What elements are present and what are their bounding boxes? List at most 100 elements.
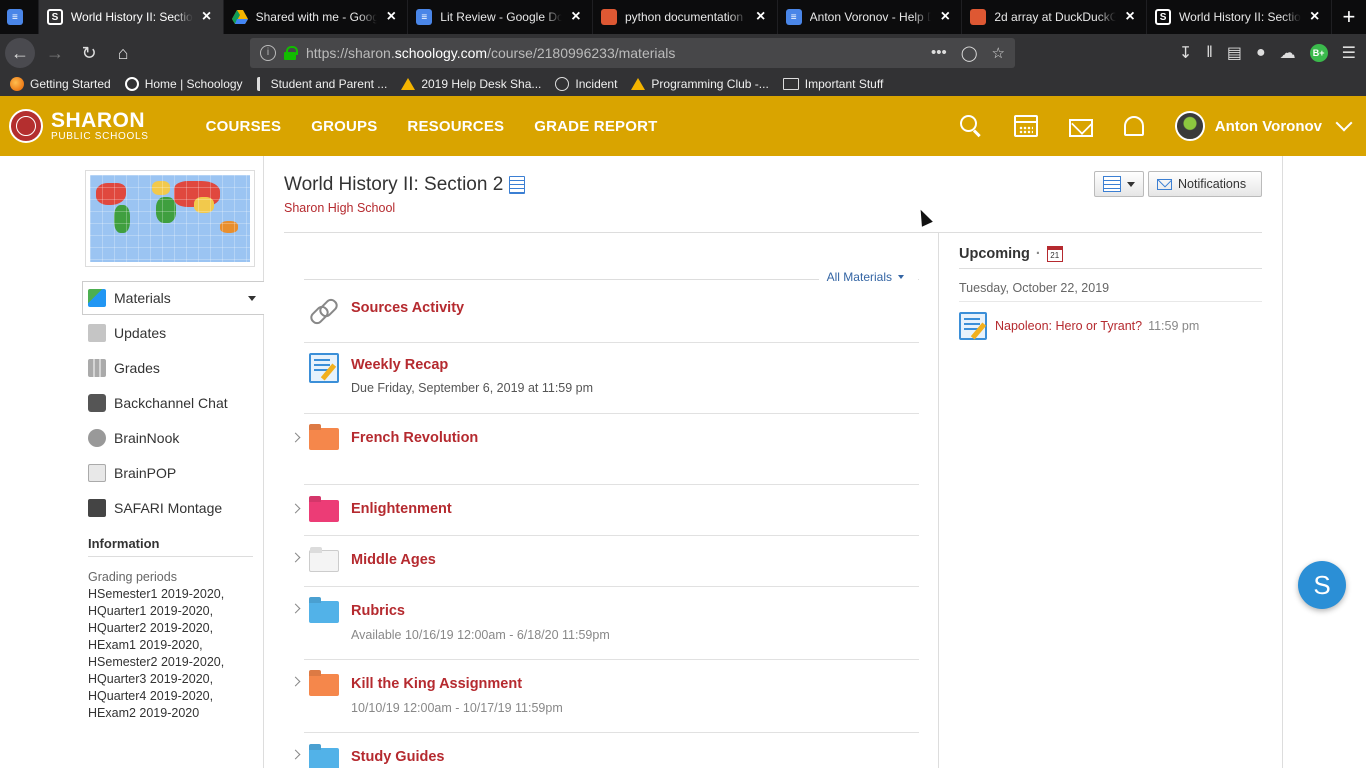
avatar[interactable] — [1174, 111, 1205, 141]
material-item: Weekly Recap Due Friday, September 6, 20… — [304, 343, 919, 414]
browser-tab[interactable]: 2d array at DuckDuckG × — [962, 0, 1148, 34]
bell-icon[interactable] — [1123, 116, 1144, 136]
close-tab-icon[interactable]: × — [568, 9, 584, 25]
browser-tab[interactable]: python documentation × — [593, 0, 778, 34]
page-actions-icon[interactable]: ••• — [931, 44, 947, 62]
folder-title-link[interactable]: French Revolution — [351, 430, 478, 446]
materials-filter-dropdown[interactable]: All Materials — [818, 270, 918, 284]
browser-tab[interactable]: ≡ Lit Review - Google Doc × — [408, 0, 593, 34]
course-document-icon[interactable] — [509, 176, 526, 194]
school-name-link[interactable]: Sharon High School — [284, 201, 395, 215]
download-icon[interactable]: ↧ — [1179, 43, 1192, 63]
folder-title-link[interactable]: Enlightenment — [351, 501, 452, 517]
sidebar-item-materials[interactable]: Materials — [82, 281, 264, 315]
close-tab-icon[interactable]: × — [199, 9, 215, 25]
close-tab-icon[interactable]: × — [383, 9, 399, 25]
bookmark-item[interactable]: Student and Parent ... — [256, 77, 387, 91]
chevron-right-icon[interactable] — [290, 503, 301, 514]
grading-period: HQuarter1 2019-2020, — [88, 604, 214, 618]
folder-title-link[interactable]: Middle Ages — [351, 552, 436, 568]
folder-title-link[interactable]: Kill the King Assignment — [351, 676, 522, 692]
google-docs-icon: ≡ — [6, 9, 23, 25]
upcoming-assignment-link[interactable]: Napoleon: Hero or Tyrant? — [995, 319, 1142, 333]
materials-icon — [88, 289, 106, 307]
browser-tab[interactable]: S World History II: Section × — [1147, 0, 1332, 34]
sidebar-item-grades[interactable]: Grades — [82, 351, 264, 385]
chevron-down-icon[interactable] — [1335, 114, 1353, 132]
bookmark-star-icon[interactable]: ☆ — [992, 44, 1005, 62]
schoology-icon — [124, 77, 139, 91]
close-tab-icon[interactable]: × — [1307, 9, 1323, 25]
home-icon[interactable]: ⌂ — [109, 39, 137, 67]
bookmark-item[interactable]: Home | Schoology — [124, 77, 243, 91]
p-icon — [256, 77, 265, 91]
forward-arrow-icon[interactable]: → — [41, 39, 69, 67]
school-logo[interactable]: SHARON PUBLIC SCHOOLS — [9, 109, 149, 143]
close-tab-icon[interactable]: × — [937, 9, 953, 25]
sidebar-item-safari-montage[interactable]: SAFARI Montage — [82, 491, 264, 525]
library-icon[interactable]: ‖ — [1206, 44, 1213, 62]
extension-badge[interactable]: B+ — [1309, 44, 1328, 62]
chevron-right-icon[interactable] — [290, 603, 301, 614]
url-bar[interactable]: i https://sharon. schoology.com/course/21… — [250, 38, 1015, 68]
sidebar-item-brainnook[interactable]: BrainNook — [82, 421, 264, 455]
sidebar-item-brainpop[interactable]: BrainPOP — [82, 456, 264, 490]
help-chat-button[interactable]: S — [1298, 561, 1346, 609]
notifications-button[interactable]: Notifications — [1148, 171, 1262, 197]
back-arrow-icon[interactable]: ← — [5, 38, 35, 68]
upcoming-title: Upcoming · 21 — [959, 246, 1262, 269]
logo-line1: SHARON — [51, 109, 146, 132]
grading-period: HQuarter2 2019-2020, — [88, 621, 214, 635]
user-name[interactable]: Anton Voronov — [1215, 118, 1322, 135]
google-docs-icon: ≡ — [785, 9, 802, 25]
bookmark-item[interactable]: Incident — [555, 77, 617, 91]
chevron-right-icon[interactable] — [290, 749, 301, 760]
nav-resources[interactable]: RESOURCES — [407, 118, 504, 135]
chevron-right-icon[interactable] — [290, 432, 301, 443]
course-options-button[interactable] — [1094, 171, 1144, 197]
nav-grade-report[interactable]: GRADE REPORT — [534, 118, 657, 135]
chevron-right-icon[interactable] — [290, 552, 301, 563]
grading-period: HSemester2 2019-2020, — [88, 655, 225, 669]
info-icon[interactable]: i — [260, 45, 276, 61]
new-tab-icon[interactable]: + — [1332, 0, 1366, 34]
close-tab-icon[interactable]: × — [1122, 9, 1138, 25]
calendar-icon[interactable] — [1013, 115, 1038, 137]
calendar-icon[interactable]: 21 — [1046, 246, 1063, 262]
account-icon[interactable]: ● — [1256, 44, 1266, 62]
bookmark-item[interactable]: Important Stuff — [782, 77, 883, 91]
mail-icon[interactable] — [1068, 118, 1093, 137]
material-title-link[interactable]: Sources Activity — [351, 300, 464, 316]
bookmark-item[interactable]: Getting Started — [10, 77, 111, 91]
safari-montage-icon — [88, 499, 106, 517]
chevron-right-icon[interactable] — [290, 676, 301, 687]
browser-tab[interactable]: ≡ Anton Voronov - Help D × — [778, 0, 963, 34]
bookmark-item[interactable]: Programming Club -... — [631, 77, 769, 91]
search-icon[interactable] — [959, 114, 983, 138]
sidebar-item-backchannel-chat[interactable]: Backchannel Chat — [82, 386, 264, 420]
material-title-link[interactable]: Weekly Recap — [351, 357, 448, 373]
browser-tab[interactable]: Shared with me - Google × — [224, 0, 409, 34]
bookmark-item[interactable]: 2019 Help Desk Sha... — [401, 77, 541, 91]
nav-groups[interactable]: GROUPS — [311, 118, 377, 135]
pocket-icon[interactable]: ◯ — [961, 44, 978, 62]
schoology-icon: S — [1155, 9, 1172, 25]
folder-title-link[interactable]: Rubrics — [351, 603, 405, 619]
sidebar-icon[interactable]: ▤ — [1227, 43, 1242, 63]
folder-icon — [309, 548, 339, 574]
close-tab-icon[interactable]: × — [753, 9, 769, 25]
hamburger-menu-icon[interactable]: ☰ — [1342, 43, 1356, 63]
reload-icon[interactable]: ↻ — [75, 39, 103, 67]
browser-tab[interactable]: S World History II: Section × — [38, 0, 224, 34]
caret-down-icon[interactable] — [248, 295, 256, 301]
nav-courses[interactable]: COURSES — [206, 118, 282, 135]
upcoming-date: Tuesday, October 22, 2019 — [959, 281, 1262, 302]
browser-nav-bar: ← → ↻ ⌂ i https://sharon. schoology.com/c… — [0, 34, 1366, 72]
google-drive-icon — [631, 78, 646, 90]
tab-overflow-menu[interactable]: ≡ — [0, 0, 39, 34]
sidebar-item-updates[interactable]: Updates — [82, 316, 264, 350]
caret-down-icon — [898, 275, 904, 279]
extension-icon[interactable]: ☁ — [1280, 43, 1296, 63]
folder-title-link[interactable]: Study Guides — [351, 749, 444, 765]
envelope-icon — [1157, 178, 1172, 190]
